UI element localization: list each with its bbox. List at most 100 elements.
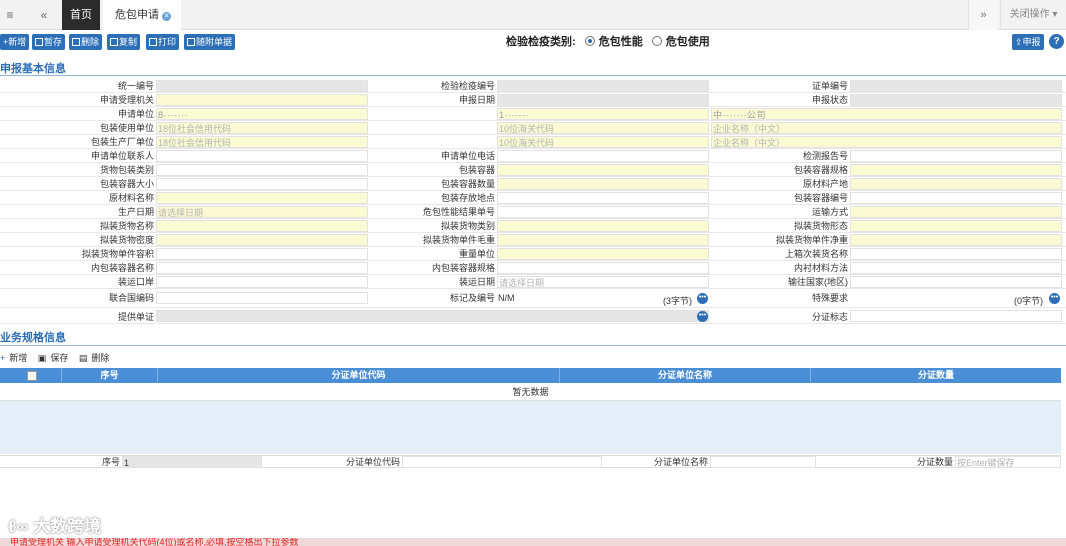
applicant-name-input[interactable]: 中·······公司 bbox=[711, 108, 1062, 120]
test-report-input[interactable] bbox=[850, 150, 1062, 162]
manufacturer-credit-code-input[interactable]: 18位社会信用代码 bbox=[156, 136, 368, 148]
destination-country-input[interactable] bbox=[850, 276, 1062, 288]
detail-quantity-input[interactable]: 按Enter键保存 bbox=[955, 456, 1061, 468]
form-row: 装运口岸 装运日期 请选择日期 输往国家(地区) bbox=[0, 276, 1066, 289]
goods-package-type-input[interactable] bbox=[156, 164, 368, 176]
status-hint: 申请受理机关 输入申请受理机关代码(4位)或名称,必填,按空格出下拉参数 bbox=[0, 538, 1066, 546]
applicant-customs-code-input[interactable]: 1······· bbox=[497, 108, 709, 120]
container-number-input[interactable] bbox=[850, 192, 1062, 204]
label-container-spec: 包装容器规格 bbox=[793, 165, 848, 175]
transport-mode-input[interactable] bbox=[850, 206, 1062, 218]
report-button[interactable]: ⇪申报 bbox=[1012, 34, 1044, 50]
label-detail-quantity: 分证数量 bbox=[916, 457, 953, 467]
tab-home[interactable]: 首页 bbox=[62, 0, 100, 30]
un-code-input[interactable] bbox=[156, 292, 368, 304]
gross-weight-input[interactable] bbox=[497, 234, 709, 246]
manufacturer-customs-code-input[interactable]: 10位海关代码 bbox=[497, 136, 709, 148]
phone-input[interactable] bbox=[497, 150, 709, 162]
save-draft-button[interactable]: 暂存 bbox=[32, 34, 66, 50]
container-input[interactable] bbox=[497, 164, 709, 176]
goods-name-input[interactable] bbox=[156, 220, 368, 232]
chevron-down-icon: ▾ bbox=[1052, 9, 1058, 20]
label-material-name: 原材料名称 bbox=[108, 193, 154, 203]
detail-unit-name-input[interactable] bbox=[710, 456, 816, 468]
goods-form-input[interactable] bbox=[850, 220, 1062, 232]
label-detail-seq: 序号 bbox=[101, 457, 120, 467]
package-user-customs-code-input[interactable]: 10位海关代码 bbox=[497, 122, 709, 134]
radio-usage[interactable] bbox=[651, 36, 662, 46]
table-delete-button[interactable]: ▤ 删除 bbox=[79, 353, 114, 363]
label-goods-package-type: 货物包装类别 bbox=[99, 165, 154, 175]
toolbar: +新增 暂存 删除 复制 打印 随附单据 检验检疫类别: 危包性能 危包使用 ⇪… bbox=[0, 32, 1066, 52]
label-package-manufacturer: 包装生产厂单位 bbox=[90, 137, 154, 147]
split-flag-input[interactable] bbox=[850, 310, 1062, 322]
manufacturer-name-input[interactable]: 企业名称（中文） bbox=[711, 136, 1062, 148]
contact-input[interactable] bbox=[156, 150, 368, 162]
help-icon[interactable]: ? bbox=[1049, 34, 1064, 49]
close-operations-menu[interactable]: 关闭操作 ▾ bbox=[1000, 0, 1066, 30]
label-contact: 申请单位联系人 bbox=[90, 151, 154, 161]
label-package-user: 包装使用单位 bbox=[99, 123, 154, 133]
previous-cargo-input[interactable] bbox=[850, 248, 1062, 260]
table-save-button[interactable]: ▣ 保存 bbox=[38, 353, 73, 363]
label-unified-number: 统一编号 bbox=[117, 81, 154, 91]
applicant-credit-code-input[interactable]: 8······· bbox=[156, 108, 368, 120]
material-origin-input[interactable] bbox=[850, 178, 1062, 190]
performance-result-input[interactable] bbox=[497, 206, 709, 218]
production-date-picker[interactable]: 请选择日期 bbox=[156, 206, 368, 218]
unit-volume-input[interactable] bbox=[156, 248, 368, 260]
detail-seq-field: 1 bbox=[122, 456, 262, 468]
label-loading-date: 装运日期 bbox=[458, 277, 495, 287]
net-weight-input[interactable] bbox=[850, 234, 1062, 246]
lining-method-input[interactable] bbox=[850, 262, 1062, 274]
more-icon[interactable]: ••• bbox=[1049, 293, 1060, 304]
attachments-button[interactable]: 随附单据 bbox=[184, 34, 236, 50]
label-performance-result: 危包性能结果单号 bbox=[422, 207, 495, 217]
form-row: 生产日期 请选择日期 危包性能结果单号 运输方式 bbox=[0, 206, 1066, 219]
package-user-name-input[interactable]: 企业名称（中文） bbox=[711, 122, 1062, 134]
label-goods-density: 拟装货物密度 bbox=[99, 235, 154, 245]
form-row: 包装容器大小 包装容器数量 原材料产地 bbox=[0, 178, 1066, 191]
more-icon[interactable]: ••• bbox=[697, 293, 708, 304]
storage-location-input[interactable] bbox=[497, 192, 709, 204]
container-quantity-input[interactable] bbox=[497, 178, 709, 190]
copy-button[interactable]: 复制 bbox=[107, 34, 141, 50]
hamburger-icon[interactable]: ≡ bbox=[0, 0, 20, 30]
label-detail-unit-name: 分证单位名称 bbox=[653, 457, 708, 467]
upload-icon: ⇪ bbox=[1015, 37, 1023, 47]
goods-density-input[interactable] bbox=[156, 234, 368, 246]
category-label: 检验检疫类别: bbox=[506, 36, 576, 48]
more-icon[interactable]: ••• bbox=[697, 311, 708, 322]
goods-category-input[interactable] bbox=[497, 220, 709, 232]
weight-unit-input[interactable] bbox=[497, 248, 709, 260]
inner-container-spec-input[interactable] bbox=[497, 262, 709, 274]
loading-date-picker[interactable]: 请选择日期 bbox=[497, 276, 709, 288]
double-right-icon[interactable]: » bbox=[968, 0, 998, 30]
detail-unit-code-input[interactable] bbox=[402, 456, 602, 468]
select-all-checkbox[interactable] bbox=[27, 371, 37, 381]
add-button[interactable]: +新增 bbox=[0, 34, 30, 50]
double-left-icon[interactable]: « bbox=[30, 0, 58, 30]
delete-button[interactable]: 删除 bbox=[69, 34, 103, 50]
label-un-code: 联合国编码 bbox=[108, 293, 154, 303]
inner-container-name-input[interactable] bbox=[156, 262, 368, 274]
label-declaration-date: 申报日期 bbox=[458, 95, 495, 105]
tab-dangerous-package-application[interactable]: 危包申请 ✕ bbox=[103, 0, 181, 30]
table-add-button[interactable]: + 新增 bbox=[0, 353, 31, 363]
close-icon[interactable]: ✕ bbox=[162, 12, 171, 21]
label-transport-mode: 运输方式 bbox=[811, 207, 848, 217]
package-user-credit-code-input[interactable]: 18位社会信用代码 bbox=[156, 122, 368, 134]
print-button[interactable]: 打印 bbox=[146, 34, 180, 50]
tab-home-label: 首页 bbox=[70, 9, 92, 21]
form-row: 拟装货物单件容积 重量单位 上箱次装货名称 bbox=[0, 248, 1066, 261]
radio-performance[interactable] bbox=[584, 36, 595, 46]
trash-icon: ▤ bbox=[78, 353, 88, 363]
container-spec-input[interactable] bbox=[850, 164, 1062, 176]
container-size-input[interactable] bbox=[156, 178, 368, 190]
label-production-date: 生产日期 bbox=[117, 207, 154, 217]
label-net-weight: 拟装货物单件净重 bbox=[775, 235, 848, 245]
accepting-authority-input[interactable] bbox=[156, 94, 368, 106]
loading-port-input[interactable] bbox=[156, 276, 368, 288]
marks-byte-count: (3字节) bbox=[663, 296, 692, 306]
material-name-input[interactable] bbox=[156, 192, 368, 204]
